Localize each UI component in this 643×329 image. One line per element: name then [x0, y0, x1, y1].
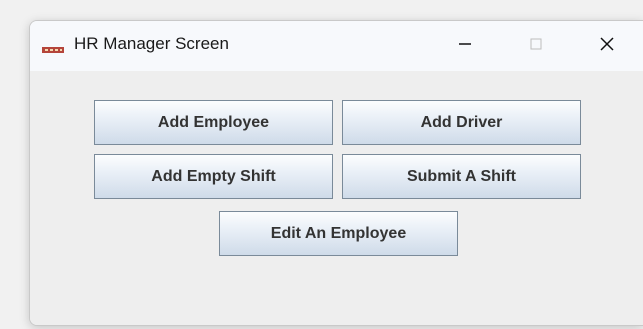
edit-an-employee-button[interactable]: Edit An Employee: [219, 211, 458, 256]
maximize-button[interactable]: [513, 21, 559, 71]
title-bar[interactable]: HR Manager Screen: [30, 21, 643, 71]
window-title: HR Manager Screen: [74, 34, 229, 53]
java-cup-icon: [42, 41, 64, 53]
close-icon: [599, 36, 615, 57]
add-employee-button[interactable]: Add Employee: [94, 100, 333, 145]
add-driver-button[interactable]: Add Driver: [342, 100, 581, 145]
close-button[interactable]: [584, 21, 630, 71]
submit-a-shift-button[interactable]: Submit A Shift: [342, 154, 581, 199]
minimize-icon: [458, 37, 472, 56]
minimize-button[interactable]: [442, 21, 488, 71]
content-panel: Add Employee Add Driver Add Empty Shift …: [30, 71, 643, 325]
hr-manager-window: HR Manager Screen Add Employee Add Drive…: [29, 20, 643, 326]
maximize-icon: [529, 37, 543, 56]
add-empty-shift-button[interactable]: Add Empty Shift: [94, 154, 333, 199]
